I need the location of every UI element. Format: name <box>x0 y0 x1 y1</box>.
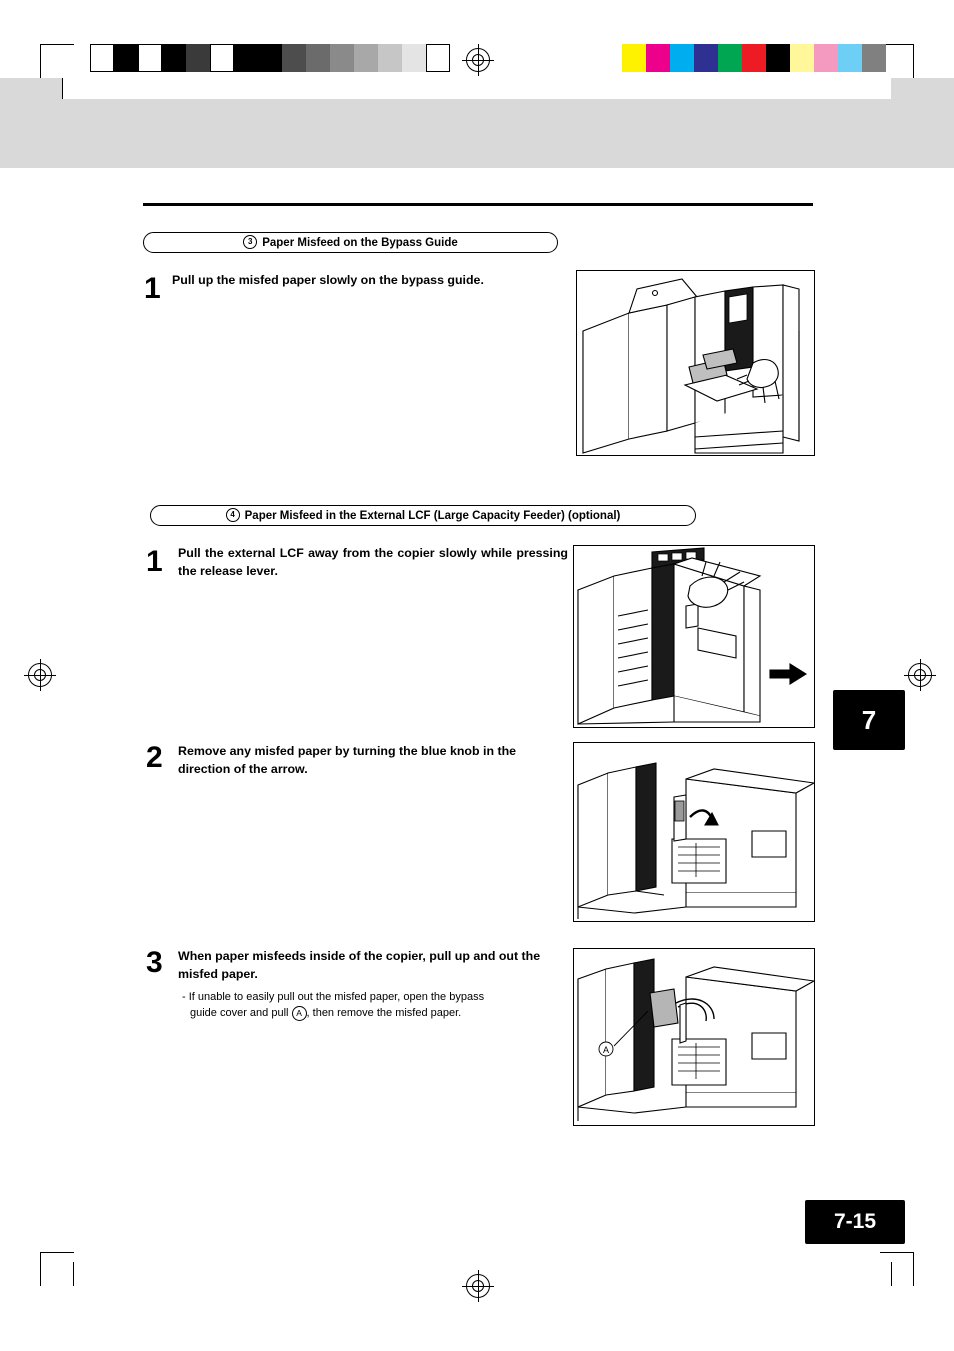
registration-target-top <box>462 44 494 76</box>
step-note-4-3-line2-a: guide cover and pull <box>190 1006 289 1019</box>
grayscale-swatch-9 <box>306 44 330 72</box>
section-divider-rule <box>143 203 813 206</box>
grayscale-swatch-0 <box>90 44 114 72</box>
svg-text:A: A <box>603 1045 609 1055</box>
color-swatch-7 <box>790 44 814 72</box>
grayscale-swatch-3 <box>162 44 186 72</box>
grayscale-swatch-1 <box>114 44 138 72</box>
grayscale-swatch-6 <box>234 44 258 72</box>
step-note-4-3-line1: - If unable to easily pull out the misfe… <box>182 991 485 1003</box>
grayscale-swatch-4 <box>186 44 210 72</box>
section-marker-3: 3 <box>243 234 258 249</box>
step-note-4-3: - If unable to easily pull out the misfe… <box>182 990 564 1022</box>
crop-mark-vertical-bottom-right <box>913 1252 914 1286</box>
color-swatch-8 <box>814 44 838 72</box>
registration-target-bottom <box>462 1270 494 1302</box>
grayscale-swatch-14 <box>426 44 450 72</box>
color-swatch-5 <box>742 44 766 72</box>
color-swatch-3 <box>694 44 718 72</box>
grayscale-swatch-11 <box>354 44 378 72</box>
step-number-4-2: 2 <box>146 741 163 774</box>
crop-mark-horizontal-top-left <box>40 44 74 45</box>
crop-mark-vertical-top-left <box>40 44 41 78</box>
grayscale-calibration-bar <box>90 44 450 72</box>
step-note-circle-a: A <box>291 1005 307 1021</box>
step-note-4-3-line2-b: , then remove the misfed paper. <box>306 1006 462 1019</box>
step-number-3-1: 1 <box>144 272 161 305</box>
figure-lcf-blue-knob <box>573 742 815 922</box>
page-number-tab: 7-15 <box>805 1200 905 1244</box>
gray-band-top <box>62 99 891 168</box>
crop-mark-vertical-bottom-right-2 <box>891 1262 892 1286</box>
step-text-4-1: Pull the external LCF away from the copi… <box>178 546 568 578</box>
step-number-4-3: 3 <box>146 946 163 979</box>
grayscale-swatch-5 <box>210 44 234 72</box>
crop-mark-horizontal-bottom-right <box>880 1252 914 1253</box>
grayscale-swatch-8 <box>282 44 306 72</box>
figure-lcf-inside-copier: A <box>573 948 815 1126</box>
color-calibration-bar <box>622 44 886 72</box>
crop-mark-horizontal-bottom-left <box>40 1252 74 1253</box>
gray-band-right <box>891 78 954 168</box>
step-number-4-1: 1 <box>146 545 163 578</box>
section-heading-bypass-guide-label: Paper Misfeed on the Bypass Guide <box>262 236 458 249</box>
crop-mark-vertical-bottom-left <box>40 1252 41 1286</box>
crop-mark-vertical-top-right <box>913 44 914 78</box>
crop-mark-vertical-bottom-left-2 <box>73 1262 74 1286</box>
figure-bypass-guide-misfeed <box>576 270 815 456</box>
gray-band-left <box>0 78 62 168</box>
step-text-4-3: When paper misfeeds inside of the copier… <box>178 949 541 981</box>
color-swatch-4 <box>718 44 742 72</box>
color-swatch-10 <box>862 44 886 72</box>
color-swatch-1 <box>646 44 670 72</box>
grayscale-swatch-10 <box>330 44 354 72</box>
chapter-tab: 7 <box>833 690 905 750</box>
section-heading-external-lcf-label: Paper Misfeed in the External LCF (Large… <box>244 509 621 522</box>
step-text-3-1: Pull up the misfed paper slowly on the b… <box>172 273 484 287</box>
registration-target-right <box>904 659 936 691</box>
color-swatch-2 <box>670 44 694 72</box>
grayscale-swatch-2 <box>138 44 162 72</box>
color-swatch-6 <box>766 44 790 72</box>
grayscale-swatch-7 <box>258 44 282 72</box>
step-text-4-2: Remove any misfed paper by turning the b… <box>178 744 517 776</box>
grayscale-swatch-13 <box>402 44 426 72</box>
section-heading-external-lcf: 4 Paper Misfeed in the External LCF (Lar… <box>150 505 696 526</box>
registration-target-left <box>24 659 56 691</box>
crop-mark-vertical-top-left-2 <box>62 78 63 100</box>
color-swatch-9 <box>838 44 862 72</box>
section-marker-4: 4 <box>225 507 240 522</box>
color-swatch-0 <box>622 44 646 72</box>
figure-lcf-pull-away <box>573 545 815 728</box>
grayscale-swatch-12 <box>378 44 402 72</box>
section-heading-bypass-guide: 3 Paper Misfeed on the Bypass Guide <box>143 232 558 253</box>
